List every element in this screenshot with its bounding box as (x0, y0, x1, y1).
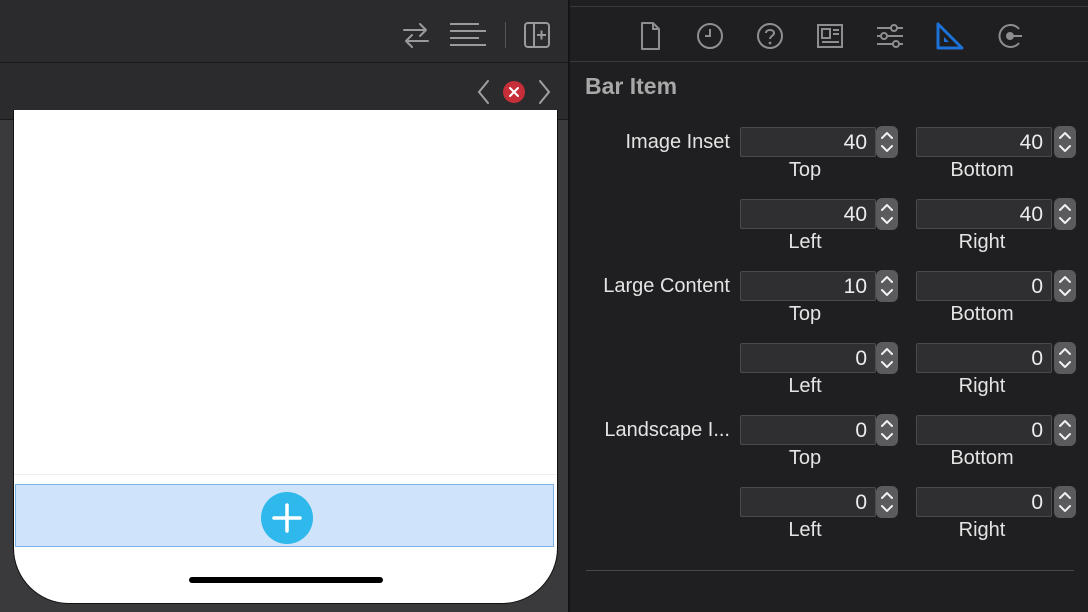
swap-arrows-icon[interactable] (400, 20, 432, 55)
field-caption: Top (788, 159, 822, 181)
field-caption: Bottom (950, 303, 1014, 325)
field-caption: Right (958, 231, 1006, 253)
section-title: Bar Item (585, 73, 678, 99)
stepper[interactable] (1054, 486, 1076, 518)
connections-icon[interactable] (994, 20, 1026, 52)
group-label: Landscape I... (604, 419, 730, 441)
inset-field[interactable]: 0 (916, 415, 1052, 445)
stepper-arrows-icon (881, 204, 893, 224)
stepper-arrows-icon (1059, 492, 1071, 512)
field-caption: Bottom (950, 447, 1014, 469)
inspector-pane: Bar Item Image Inset 40 40 Top Bottom 40… (570, 0, 1088, 612)
stepper-arrows-icon (881, 420, 893, 440)
inset-field[interactable]: 10 (740, 271, 876, 301)
lines-icon[interactable] (449, 22, 487, 53)
stepper[interactable] (1054, 342, 1076, 374)
stepper[interactable] (876, 486, 898, 518)
inset-field[interactable]: 0 (740, 415, 876, 445)
tab-bar-selected[interactable] (15, 484, 554, 547)
field-caption: Top (788, 447, 822, 469)
chevron-right-icon[interactable] (536, 79, 552, 110)
group-label: Image Inset (625, 131, 730, 153)
interface-canvas (0, 110, 568, 612)
stepper[interactable] (876, 198, 898, 230)
field-caption: Left (788, 375, 822, 397)
stepper[interactable] (876, 342, 898, 374)
stepper[interactable] (1054, 198, 1076, 230)
inset-field[interactable]: 0 (916, 271, 1052, 301)
inset-field[interactable]: 0 (740, 487, 876, 517)
inset-field[interactable]: 40 (916, 199, 1052, 229)
attributes-icon[interactable] (874, 20, 906, 52)
stepper[interactable] (1054, 270, 1076, 302)
chevron-left-icon[interactable] (476, 79, 492, 110)
stepper[interactable] (1054, 414, 1076, 446)
stepper[interactable] (876, 414, 898, 446)
stepper[interactable] (876, 270, 898, 302)
error-icon[interactable] (502, 80, 526, 109)
inset-field[interactable]: 40 (916, 127, 1052, 157)
stepper-arrows-icon (1059, 132, 1071, 152)
field-caption: Left (788, 231, 822, 253)
history-icon[interactable] (694, 20, 726, 52)
field-caption: Top (788, 303, 822, 325)
identity-icon[interactable] (814, 20, 846, 52)
add-bar-item[interactable] (261, 492, 313, 544)
content-divider (14, 474, 557, 475)
group-label: Large Content (603, 275, 730, 297)
file-icon[interactable] (634, 20, 666, 52)
stepper-arrows-icon (1059, 348, 1071, 368)
section-divider (586, 570, 1074, 571)
device-frame (13, 110, 558, 604)
toolbar-divider (505, 22, 506, 48)
field-caption: Bottom (950, 159, 1014, 181)
stepper-arrows-icon (881, 276, 893, 296)
add-icon (272, 503, 302, 533)
inset-field[interactable]: 0 (916, 487, 1052, 517)
size-icon[interactable] (934, 20, 966, 52)
stepper[interactable] (1054, 126, 1076, 158)
stepper-arrows-icon (1059, 420, 1071, 440)
stepper-arrows-icon (881, 492, 893, 512)
inset-field[interactable]: 40 (740, 199, 876, 229)
stepper-arrows-icon (881, 348, 893, 368)
inset-field[interactable]: 40 (740, 127, 876, 157)
stepper-arrows-icon (881, 132, 893, 152)
inset-field[interactable]: 0 (740, 343, 876, 373)
inset-field[interactable]: 0 (916, 343, 1052, 373)
field-caption: Left (788, 519, 822, 541)
home-indicator (189, 577, 383, 583)
stepper[interactable] (876, 126, 898, 158)
stepper-arrows-icon (1059, 276, 1071, 296)
editor-toolbar (0, 0, 568, 63)
field-caption: Right (958, 519, 1006, 541)
help-icon[interactable] (754, 20, 786, 52)
field-caption: Right (958, 375, 1006, 397)
stepper-arrows-icon (1059, 204, 1071, 224)
inspector-tabs (570, 0, 1088, 62)
add-editor-icon[interactable] (523, 21, 551, 54)
editor-pane (0, 0, 568, 612)
